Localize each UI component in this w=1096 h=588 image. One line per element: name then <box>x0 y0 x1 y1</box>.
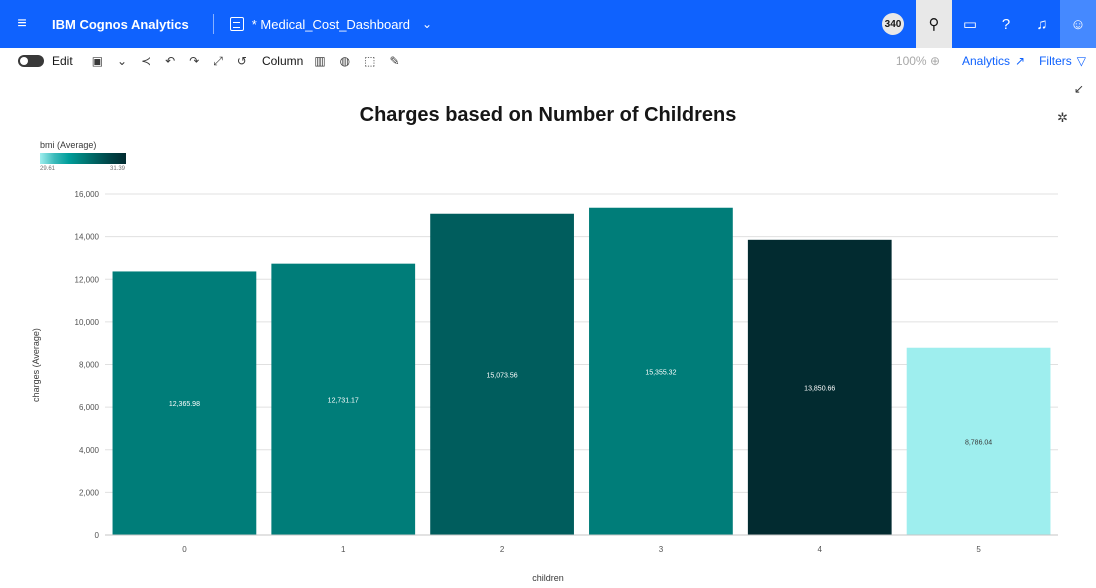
y-tick-label: 16,000 <box>75 190 100 199</box>
y-tick-label: 8,000 <box>79 361 100 370</box>
x-tick-label: 3 <box>659 545 664 554</box>
collapse-icon[interactable]: ↙ <box>1074 82 1084 96</box>
y-tick-label: 0 <box>95 531 100 540</box>
save-icon[interactable]: ▣ <box>92 54 103 68</box>
bar-value-label: 12,365.98 <box>169 401 200 408</box>
x-tick-label: 4 <box>818 545 823 554</box>
analytics-icon[interactable]: ↗ <box>1015 54 1025 68</box>
chevron-down-icon[interactable]: ⌄ <box>117 54 127 68</box>
zoom-level: 100% ⊕ <box>895 54 940 68</box>
toolbar: Edit ▣ ⌄ ≺ ↶ ↷ ⤢ ↺ Column ▥ ◍ ⬚ ✎ 100% ⊕… <box>0 48 1096 74</box>
x-tick-label: 2 <box>500 545 505 554</box>
filters-button[interactable]: Filters <box>1039 54 1072 68</box>
hamburger-icon[interactable]: ≡ <box>0 0 44 48</box>
bar-value-label: 13,850.66 <box>804 385 835 392</box>
y-tick-label: 12,000 <box>75 275 100 284</box>
bar-value-label: 15,073.56 <box>487 372 518 379</box>
select-icon[interactable]: ⬚ <box>364 54 375 68</box>
user-icon[interactable]: ☺ <box>1060 0 1096 48</box>
y-tick-label: 6,000 <box>79 403 100 412</box>
legend-title: bmi (Average) <box>40 140 97 150</box>
filter-icon[interactable]: ▽ <box>1077 54 1086 68</box>
bar-chart-plot: 0 2,000 4,000 6,000 8,000 10,000 12,000 14,000 1… <box>75 190 1058 554</box>
x-tick-label: 5 <box>976 545 981 554</box>
chevron-down-icon[interactable]: ⌄ <box>422 17 432 31</box>
dashboard-icon <box>229 17 244 31</box>
redo-icon[interactable]: ↷ <box>189 54 199 68</box>
chat-icon[interactable]: ▭ <box>952 0 988 48</box>
zoom-icon[interactable]: ⊕ <box>930 54 940 68</box>
y-tick-label: 4,000 <box>79 446 100 455</box>
bar-value-label: 8,786.04 <box>965 439 992 446</box>
bar-chart-icon[interactable]: ▥ <box>314 54 325 68</box>
chart-title: Charges based on Number of Childrens <box>359 104 737 126</box>
y-tick-label: 2,000 <box>79 488 100 497</box>
bar-value-label: 15,355.32 <box>645 369 676 376</box>
app-brand: IBM Cognos Analytics <box>52 16 189 32</box>
undo-icon[interactable]: ↶ <box>165 54 175 68</box>
edit-toggle[interactable] <box>18 55 44 67</box>
bar-value-label: 12,731.17 <box>328 397 359 404</box>
dashboard-title[interactable]: * Medical_Cost_Dashboard <box>252 17 410 32</box>
share-icon[interactable]: ≺ <box>141 54 151 68</box>
visualization-type-label[interactable]: Column <box>262 54 303 68</box>
legend-max-label: 31.39 <box>110 166 126 172</box>
bell-icon[interactable]: ♫ <box>1024 0 1060 48</box>
edit-label: Edit <box>52 54 73 68</box>
divider <box>212 14 214 34</box>
notification-count-badge[interactable]: 340 <box>882 13 904 35</box>
top-navigation-bar: ≡ IBM Cognos Analytics * Medical_Cost_Da… <box>0 0 1096 48</box>
y-tick-label: 10,000 <box>75 318 100 327</box>
legend-gradient <box>40 153 126 164</box>
x-tick-label: 0 <box>182 545 187 554</box>
x-axis-label: children <box>532 573 564 583</box>
pin-icon[interactable]: ✎ <box>389 54 399 68</box>
refresh-icon[interactable]: ↺ <box>237 54 247 68</box>
help-icon[interactable]: ? <box>988 0 1024 48</box>
x-tick-label: 1 <box>341 545 346 554</box>
y-tick-label: 14,000 <box>75 233 100 242</box>
legend-min-label: 29.61 <box>40 166 56 172</box>
expand-icon[interactable]: ⤢ <box>213 54 223 69</box>
palette-icon[interactable]: ◍ <box>340 54 350 68</box>
color-legend: bmi (Average) 29.61 31.39 <box>40 140 126 172</box>
search-icon[interactable]: ⚲ <box>916 0 952 48</box>
analytics-button[interactable]: Analytics <box>962 54 1010 68</box>
